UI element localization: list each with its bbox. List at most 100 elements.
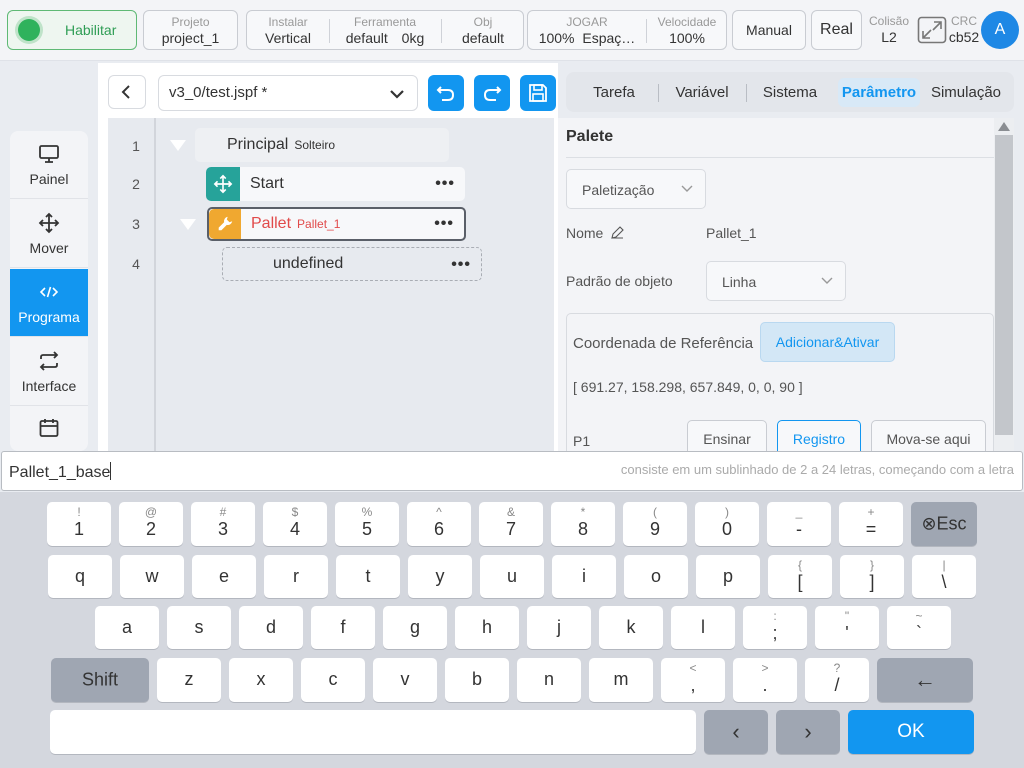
tab-simulacao[interactable]: Simulação <box>926 72 1006 112</box>
more-options-icon[interactable]: ••• <box>434 215 454 233</box>
cursor-left-key[interactable]: ‹ <box>704 710 768 754</box>
key-t[interactable]: t <box>336 555 400 598</box>
scroll-up-icon[interactable] <box>998 122 1010 131</box>
key-j[interactable]: j <box>527 606 591 649</box>
key-2[interactable]: @2 <box>119 502 183 546</box>
key-label: e <box>218 566 229 586</box>
shift-key[interactable]: Shift <box>51 658 149 702</box>
key-m[interactable]: m <box>589 658 653 702</box>
key-d[interactable]: d <box>239 606 303 649</box>
move-here-button[interactable]: Mova-se aqui <box>871 420 986 452</box>
key-8[interactable]: * 8 <box>551 502 615 546</box>
tool-info-group[interactable]: Instalar Vertical Ferramenta default 0kg… <box>246 10 524 50</box>
manual-button[interactable]: Manual <box>732 10 806 50</box>
key-`[interactable]: ~ ` <box>887 606 951 649</box>
key-/[interactable]: ? / <box>805 658 869 702</box>
key-b[interactable]: b <box>445 658 509 702</box>
collapse-icon[interactable] <box>170 140 186 151</box>
collision-info[interactable]: Colisão L2 <box>866 14 912 45</box>
key-label: = <box>865 519 877 539</box>
key-h[interactable]: h <box>455 606 519 649</box>
key-.[interactable]: >. <box>733 658 797 702</box>
key-f[interactable]: f <box>311 606 375 649</box>
scroll-thumb[interactable] <box>995 135 1013 435</box>
key-e[interactable]: e <box>192 555 256 598</box>
file-select[interactable]: v3_0/test.jspf * <box>158 75 418 111</box>
key-][interactable]: }] <box>840 555 904 598</box>
key-9[interactable]: (9 <box>623 502 687 546</box>
name-field[interactable]: Nome <box>566 225 625 241</box>
name-input[interactable]: Pallet_1_base consiste em um sublinhado … <box>1 451 1023 491</box>
tree-node-start[interactable]: Start ••• <box>206 167 465 201</box>
key-z[interactable]: z <box>157 658 221 702</box>
nav-item-calendar[interactable] <box>10 407 88 451</box>
key-1[interactable]: ! 1 <box>47 502 111 546</box>
key-=[interactable]: + = <box>839 502 903 546</box>
pattern-select[interactable]: Linha <box>706 261 846 301</box>
jog-speed-group[interactable]: JOGAR 100% Espaç… Velocidade 100% <box>527 10 727 50</box>
key-x[interactable]: x <box>229 658 293 702</box>
undo-button[interactable] <box>428 75 464 111</box>
enable-button[interactable]: Habilitar <box>7 10 137 50</box>
key-u[interactable]: u <box>480 555 544 598</box>
esc-key[interactable]: ⊗Esc <box>911 502 977 546</box>
key-q[interactable]: q <box>48 555 112 598</box>
key-o[interactable]: o <box>624 555 688 598</box>
nav-item-interface[interactable]: Interface <box>10 338 88 406</box>
teach-button[interactable]: Ensinar <box>687 420 767 452</box>
save-button[interactable] <box>520 75 556 111</box>
collapse-icon[interactable] <box>180 219 196 230</box>
nav-item-programa[interactable]: Programa <box>10 269 88 337</box>
space-key[interactable] <box>50 710 696 754</box>
key-r[interactable]: r <box>264 555 328 598</box>
more-options-icon[interactable]: ••• <box>451 256 471 274</box>
key--[interactable]: _ - <box>767 502 831 546</box>
key-w[interactable]: w <box>120 555 184 598</box>
key-3[interactable]: #3 <box>191 502 255 546</box>
real-button[interactable]: Real <box>811 10 862 50</box>
redo-button[interactable] <box>474 75 510 111</box>
key-[[interactable]: {[ <box>768 555 832 598</box>
back-button[interactable] <box>108 75 146 109</box>
tree-node-pallet[interactable]: Pallet Pallet_1 ••• <box>207 207 466 241</box>
record-button[interactable]: Registro <box>777 420 861 452</box>
key-a[interactable]: a <box>95 606 159 649</box>
tab-variavel[interactable]: Variável <box>662 72 742 112</box>
key-7[interactable]: & 7 <box>479 502 543 546</box>
mode-select[interactable]: Paletização <box>566 169 706 209</box>
key-,[interactable]: <, <box>661 658 725 702</box>
key-y[interactable]: y <box>408 555 472 598</box>
panel-scrollbar[interactable] <box>994 118 1014 452</box>
key-s[interactable]: s <box>167 606 231 649</box>
key-;[interactable]: :; <box>743 606 807 649</box>
key-i[interactable]: i <box>552 555 616 598</box>
tree-node-principal[interactable]: Principal Solteiro <box>195 128 449 162</box>
tab-parametro[interactable]: Parâmetro <box>834 72 924 112</box>
key-4[interactable]: $4 <box>263 502 327 546</box>
key-\[interactable]: | \ <box>912 555 976 598</box>
tab-sistema[interactable]: Sistema <box>750 72 830 112</box>
key-6[interactable]: ^ 6 <box>407 502 471 546</box>
add-activate-button[interactable]: Adicionar&Ativar <box>760 322 895 362</box>
nav-item-painel[interactable]: Painel <box>10 131 88 199</box>
nav-item-mover[interactable]: Mover <box>10 200 88 268</box>
key-5[interactable]: % 5 <box>335 502 399 546</box>
key-n[interactable]: n <box>517 658 581 702</box>
ok-key[interactable]: OK <box>848 710 974 754</box>
key-l[interactable]: l <box>671 606 735 649</box>
key-k[interactable]: k <box>599 606 663 649</box>
cursor-right-key[interactable]: › <box>776 710 840 754</box>
project-info[interactable]: Projeto project_1 <box>143 10 238 50</box>
key-p[interactable]: p <box>696 555 760 598</box>
key-'[interactable]: " ' <box>815 606 879 649</box>
key-0[interactable]: ) 0 <box>695 502 759 546</box>
tab-tarefa[interactable]: Tarefa <box>574 72 654 112</box>
key-g[interactable]: g <box>383 606 447 649</box>
tree-node-undefined[interactable]: undefined ••• <box>222 247 482 281</box>
expand-icon[interactable] <box>917 16 947 44</box>
key-v[interactable]: v <box>373 658 437 702</box>
more-options-icon[interactable]: ••• <box>435 175 455 193</box>
key-c[interactable]: c <box>301 658 365 702</box>
user-avatar[interactable]: A <box>981 11 1019 49</box>
backspace-key[interactable]: ← <box>877 658 973 702</box>
